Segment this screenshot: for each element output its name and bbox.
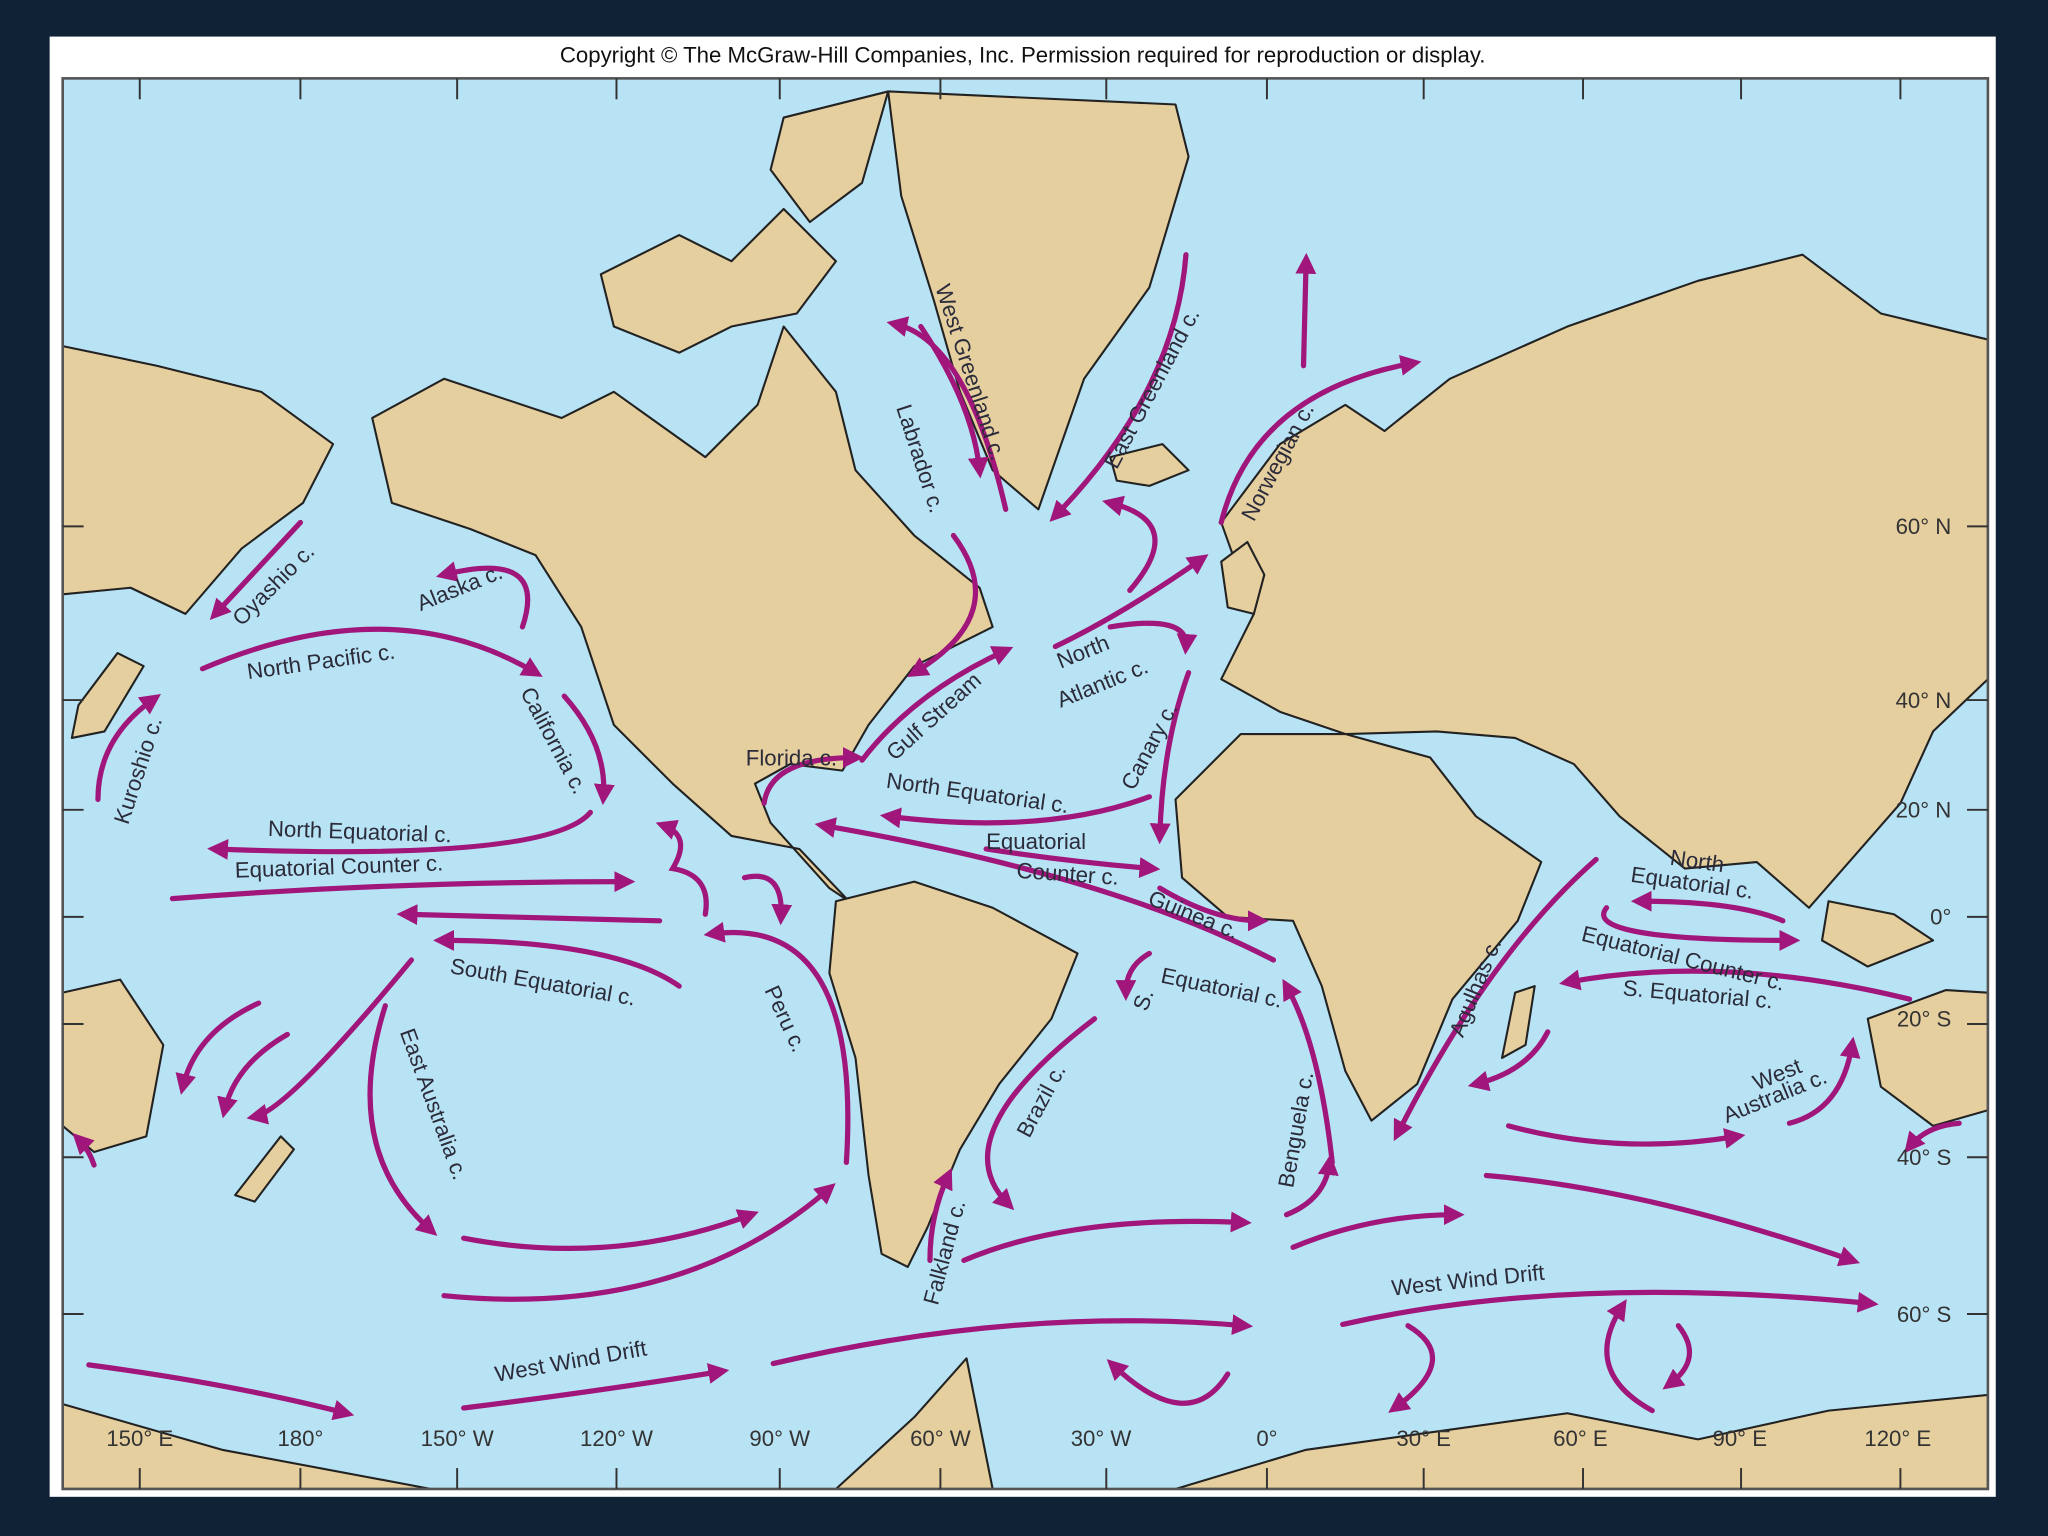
lat-label: 20° N	[1896, 798, 1952, 823]
norwegian-north-arrow	[1295, 252, 1317, 369]
lat-label: 20° S	[1897, 1007, 1952, 1032]
lon-label: 30° W	[1071, 1426, 1132, 1451]
lon-label: 90° E	[1712, 1426, 1767, 1451]
lat-label: 40° N	[1896, 688, 1952, 713]
lon-label: 60° E	[1553, 1426, 1608, 1451]
lon-label: 150° E	[106, 1426, 173, 1451]
label-atlantic-equatorial-counter-1: Equatorial	[986, 829, 1086, 854]
lon-label: 120° E	[1864, 1426, 1931, 1451]
lat-label: 60° N	[1896, 514, 1952, 539]
lon-label: 180°	[277, 1426, 323, 1451]
lon-label: 120° W	[580, 1426, 653, 1451]
lon-label: 0°	[1256, 1426, 1277, 1451]
lon-label: 90° W	[749, 1426, 810, 1451]
lon-label: 150° W	[421, 1426, 494, 1451]
lat-label: 60° S	[1897, 1302, 1952, 1327]
lat-label: 0°	[1930, 905, 1951, 930]
lon-label: 60° W	[910, 1426, 971, 1451]
label-florida: Florida c.	[746, 745, 837, 770]
copyright-notice: Copyright © The McGraw-Hill Companies, I…	[560, 43, 1486, 68]
lon-label: 30° E	[1396, 1426, 1451, 1451]
ocean-currents-map: Copyright © The McGraw-Hill Companies, I…	[0, 0, 2048, 1536]
lat-label: 40° S	[1897, 1145, 1952, 1170]
